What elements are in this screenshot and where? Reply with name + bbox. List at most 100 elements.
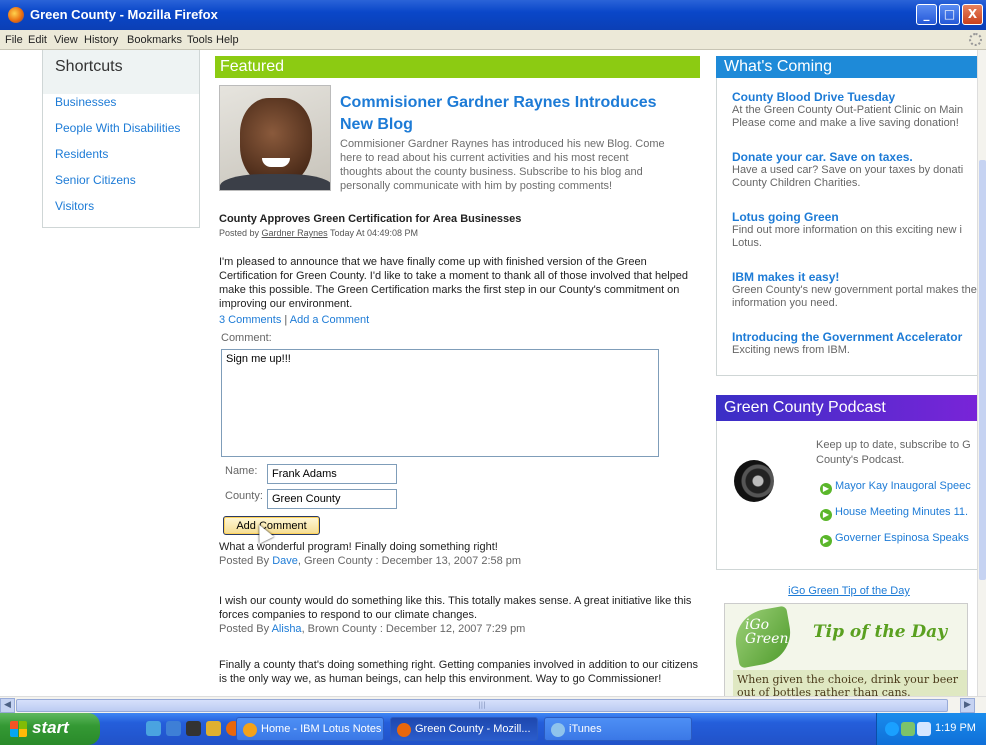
tip-note: When given the choice, drink your beer o…	[733, 670, 967, 696]
coming-item: IBM makes it easy! Green County's new go…	[732, 270, 982, 310]
comment-textarea[interactable]: Sign me up!!!	[221, 349, 659, 457]
loading-throbber-icon	[969, 33, 982, 46]
quicklaunch-folder-icon[interactable]	[206, 721, 221, 736]
tray-back-icon[interactable]	[885, 722, 899, 736]
coming-item: Donate your car. Save on taxes. Have a u…	[732, 150, 982, 190]
coming-item-title[interactable]: IBM makes it easy!	[732, 270, 982, 284]
coming-item-desc: At the Green County Out-Patient Clinic o…	[732, 104, 964, 129]
speaker-icon	[730, 458, 776, 504]
menu-history[interactable]: History	[84, 34, 118, 46]
horizontal-scrollbar[interactable]: ◀ ||| ▶	[0, 696, 986, 713]
close-button[interactable]: X	[962, 4, 983, 25]
post-byline: Posted by Gardner Raynes Today At 04:49:…	[219, 228, 418, 238]
menu-file[interactable]: File	[5, 34, 23, 46]
photo-shirt	[220, 174, 330, 190]
start-button[interactable]: start	[0, 713, 100, 745]
task-label: Green County - Mozill...	[415, 723, 531, 735]
podcast-link-label: Mayor Kay Inaugoral Speec	[835, 480, 971, 492]
name-input[interactable]	[267, 464, 397, 484]
featured-intro: Commisioner Gardner Raynes has introduce…	[340, 138, 665, 192]
podcast-link[interactable]: ▶ House Meeting Minutes 11.	[820, 506, 982, 521]
quicklaunch-browser-icon[interactable]	[166, 721, 181, 736]
play-icon: ▶	[820, 483, 832, 495]
featured-title[interactable]: Commisioner Gardner Raynes Introduces Ne…	[340, 92, 680, 136]
comment-item: I wish our county would do something lik…	[219, 594, 699, 636]
scroll-left-arrow-icon[interactable]: ◀	[0, 698, 15, 713]
shortcuts-panel: Shortcuts Businesses People With Disabil…	[42, 50, 200, 228]
menu-help[interactable]: Help	[216, 34, 239, 46]
comment-author-link[interactable]: Alisha	[272, 623, 302, 635]
county-input[interactable]	[267, 489, 397, 509]
shortcut-residents[interactable]: Residents	[55, 147, 108, 161]
tip-of-day-banner[interactable]: iGo Green Tip of the Day When given the …	[724, 603, 968, 696]
task-itunes[interactable]: iTunes	[544, 717, 692, 741]
tray-network-icon[interactable]	[901, 722, 915, 736]
coming-item-desc: Green County's new government portal mak…	[732, 284, 977, 309]
county-label: County:	[225, 490, 263, 502]
task-firefox[interactable]: Green County - Mozill...	[390, 717, 538, 741]
podcast-link-label: Governer Espinosa Speaks	[835, 532, 969, 544]
coming-item-title[interactable]: Lotus going Green	[732, 210, 982, 224]
quicklaunch-ie-icon[interactable]	[146, 721, 161, 736]
byline-prefix: Posted by	[219, 228, 260, 238]
minimize-button[interactable]: _	[916, 4, 937, 25]
coming-item-title[interactable]: Donate your car. Save on taxes.	[732, 150, 982, 164]
comment-text: What a wonderful program! Finally doing …	[219, 541, 498, 553]
comments-count-link[interactable]: 3 Comments	[219, 314, 281, 326]
commissioner-photo	[219, 85, 331, 191]
menu-bookmarks[interactable]: Bookmarks	[127, 34, 182, 46]
comment-item: What a wonderful program! Finally doing …	[219, 540, 699, 568]
coming-item-title[interactable]: Introducing the Government Accelerator	[732, 330, 982, 344]
coming-item-desc: Find out more information on this exciti…	[732, 224, 962, 249]
comment-meta: Posted By Alisha, Brown County : Decembe…	[219, 622, 699, 636]
comment-meta: Posted By Dave, Green County : December …	[219, 554, 699, 568]
comment-item: Finally a county that's doing something …	[219, 658, 699, 686]
start-label: start	[32, 718, 69, 737]
comment-text: I wish our county would do something lik…	[219, 595, 692, 621]
shortcut-people-with-disabilities[interactable]: People With Disabilities	[55, 121, 180, 135]
whats-coming-header: What's Coming	[716, 56, 982, 78]
shortcut-businesses[interactable]: Businesses	[55, 95, 116, 109]
tray-app-icon[interactable]	[917, 722, 931, 736]
coming-item-desc: Exciting news from IBM.	[732, 344, 850, 356]
coming-item-desc: Have a used car? Save on your taxes by d…	[732, 164, 964, 189]
featured-header: Featured	[215, 56, 700, 78]
podcast-link[interactable]: ▶ Mayor Kay Inaugoral Speec	[820, 480, 982, 495]
shortcut-visitors[interactable]: Visitors	[55, 199, 94, 213]
menu-tools[interactable]: Tools	[187, 34, 213, 46]
comment-links-separator: |	[284, 314, 288, 326]
horizontal-scroll-thumb[interactable]: |||	[16, 699, 948, 712]
coming-item: County Blood Drive Tuesday At the Green …	[732, 90, 982, 130]
task-label: Home - IBM Lotus Notes	[261, 723, 382, 735]
menu-edit[interactable]: Edit	[28, 34, 47, 46]
featured-section: Featured Commisioner Gardner Raynes Intr…	[215, 50, 700, 696]
comment-label: Comment:	[221, 332, 272, 344]
task-lotus-notes[interactable]: Home - IBM Lotus Notes	[236, 717, 384, 741]
speaker-cone	[734, 460, 774, 502]
byline-date: Today At 04:49:08 PM	[329, 228, 418, 238]
window-title-bar[interactable]: Green County - Mozilla Firefox _ □ X	[0, 0, 986, 30]
tip-of-day-link[interactable]: iGo Green Tip of the Day	[716, 585, 982, 597]
comment-meta-date: , Green County : December 13, 2007 2:58 …	[297, 555, 522, 567]
comment-meta-prefix: Posted By	[219, 623, 270, 635]
windows-flag-icon	[10, 721, 27, 737]
right-column: What's Coming County Blood Drive Tuesday…	[716, 50, 982, 696]
add-comment-link[interactable]: Add a Comment	[290, 314, 369, 326]
firefox-icon	[8, 7, 24, 23]
window-title: Green County - Mozilla Firefox	[30, 7, 218, 22]
tray-clock[interactable]: 1:19 PM	[935, 722, 976, 734]
maximize-button[interactable]: □	[939, 4, 960, 25]
vertical-scroll-thumb[interactable]	[979, 160, 986, 580]
lotus-notes-icon	[243, 723, 257, 737]
podcast-link[interactable]: ▶ Governer Espinosa Speaks	[820, 532, 982, 547]
byline-author[interactable]: Gardner Raynes	[262, 228, 328, 238]
post-body: I'm pleased to announce that we have fin…	[219, 256, 689, 310]
comment-links: 3 Comments | Add a Comment	[219, 314, 369, 326]
shortcut-senior-citizens[interactable]: Senior Citizens	[55, 173, 136, 187]
vertical-scrollbar[interactable]	[977, 50, 986, 696]
quicklaunch-console-icon[interactable]	[186, 721, 201, 736]
coming-item-title[interactable]: County Blood Drive Tuesday	[732, 90, 982, 104]
menu-view[interactable]: View	[54, 34, 78, 46]
scroll-right-arrow-icon[interactable]: ▶	[960, 698, 975, 713]
comment-author-link[interactable]: Dave	[272, 555, 298, 567]
